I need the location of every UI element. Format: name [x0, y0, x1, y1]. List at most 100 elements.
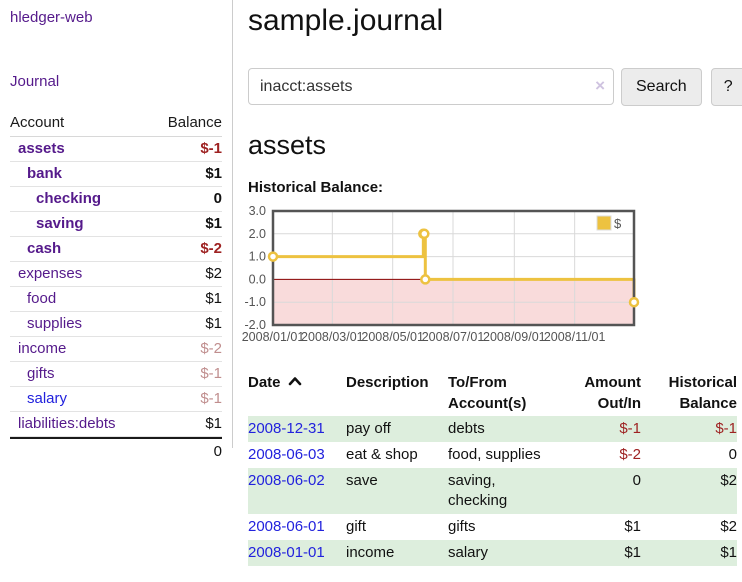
chart-y-tick-label: 2.0 — [249, 227, 266, 241]
transaction-date-link[interactable]: 2008-12-31 — [248, 416, 346, 442]
chart-data-point[interactable] — [420, 230, 428, 238]
accounts-list: assets $-1 bank $1 checking 0 saving $1 cash $-2 e… — [10, 137, 222, 437]
transaction-accounts: gifts — [448, 514, 572, 540]
help-button[interactable]: ? — [711, 68, 742, 106]
chart-y-tick-label: -2.0 — [244, 318, 266, 332]
clear-search-icon[interactable]: × — [595, 76, 605, 96]
transaction-amount: 0 — [572, 468, 641, 514]
transaction-description: pay off — [346, 416, 448, 442]
search-form: × Search ? — [248, 68, 742, 106]
chart-x-tick-label: 2008/03/01 — [301, 330, 364, 344]
chart-data-point[interactable] — [630, 298, 638, 306]
register-col-accounts[interactable]: To/From Account(s) — [448, 370, 572, 416]
accounts-header: Account Balance — [10, 111, 222, 137]
account-row: gifts $-1 — [10, 362, 222, 387]
account-row: income $-2 — [10, 337, 222, 362]
account-balance: $1 — [205, 315, 222, 332]
account-link[interactable]: income — [10, 340, 66, 357]
account-link[interactable]: food — [10, 290, 56, 307]
account-row: bank $1 — [10, 162, 222, 187]
accounts-total-value: 0 — [214, 443, 222, 460]
account-balance: $-2 — [200, 240, 222, 257]
account-balance: $1 — [205, 290, 222, 307]
chart-y-tick-label: 1.0 — [249, 250, 266, 264]
account-balance: $-2 — [200, 340, 222, 357]
account-row: cash $-2 — [10, 237, 222, 262]
transaction-balance: $-1 — [641, 416, 737, 442]
chart-x-tick-label: 2008/09/01 — [483, 330, 546, 344]
account-balance: $1 — [205, 215, 222, 232]
accounts-col-account: Account — [10, 114, 64, 131]
transaction-accounts: salary — [448, 540, 572, 566]
account-row: expenses $2 — [10, 262, 222, 287]
chart-x-tick-label: 2008/11/01 — [544, 330, 606, 344]
account-link[interactable]: salary — [10, 390, 67, 407]
register-col-balance[interactable]: Historical Balance — [641, 370, 737, 416]
chart-y-tick-label: -1.0 — [244, 295, 266, 309]
account-heading: assets — [248, 130, 742, 161]
transaction-date-link[interactable]: 2008-01-01 — [248, 540, 346, 566]
legend-swatch-icon — [597, 216, 611, 230]
register-row: 2008-01-01incomesalary$1$1 — [248, 540, 737, 566]
account-balance: $2 — [205, 265, 222, 282]
transaction-date-link[interactable]: 2008-06-03 — [248, 442, 346, 468]
account-row: checking 0 — [10, 187, 222, 212]
account-balance: $-1 — [200, 140, 222, 157]
search-input[interactable] — [248, 68, 614, 105]
chart-data-point[interactable] — [421, 275, 429, 283]
chart-y-tick-label: 3.0 — [249, 204, 266, 218]
search-input-wrap: × — [248, 68, 614, 106]
chart-x-tick-label: 2008/07/01 — [422, 330, 485, 344]
chart-data-point[interactable] — [269, 253, 277, 261]
account-row: assets $-1 — [10, 137, 222, 162]
historical-balance-chart[interactable]: $2008/01/012008/03/012008/05/012008/07/0… — [240, 208, 644, 350]
account-row: saving $1 — [10, 212, 222, 237]
register-col-amount[interactable]: Amount Out/In — [572, 370, 641, 416]
transaction-balance: $2 — [641, 468, 737, 514]
account-balance: 0 — [214, 190, 222, 207]
register-row: 2008-12-31pay offdebts$-1$-1 — [248, 416, 737, 442]
account-link[interactable]: liabilities:debts — [10, 415, 116, 432]
accounts-total-row: 0 — [10, 437, 222, 464]
register-col-description[interactable]: Description — [346, 370, 448, 416]
transaction-date-link[interactable]: 2008-06-02 — [248, 468, 346, 514]
account-row: liabilities:debts$1 — [10, 412, 222, 437]
accounts-col-balance: Balance — [168, 114, 222, 131]
account-link[interactable]: assets — [10, 140, 65, 157]
search-button[interactable]: Search — [621, 68, 702, 106]
register-header-row: Date Description To/From Account(s) Amou… — [248, 370, 737, 416]
account-link[interactable]: expenses — [10, 265, 82, 282]
register-body: 2008-12-31pay offdebts$-1$-12008-06-03ea… — [248, 416, 737, 566]
transaction-balance: $2 — [641, 514, 737, 540]
account-link[interactable]: saving — [10, 215, 84, 232]
transaction-accounts: debts — [448, 416, 572, 442]
account-link[interactable]: bank — [10, 165, 62, 182]
transaction-description: income — [346, 540, 448, 566]
register-table: Date Description To/From Account(s) Amou… — [248, 370, 737, 566]
account-balance: $-1 — [200, 390, 222, 407]
transaction-amount: $-1 — [572, 416, 641, 442]
transaction-balance: 0 — [641, 442, 737, 468]
transaction-accounts: food, supplies — [448, 442, 572, 468]
account-row: salary $-1 — [10, 387, 222, 412]
accounts-panel: Account Balance assets $-1 bank $1 checking 0… — [10, 111, 222, 464]
register-col-date-label: Date — [248, 374, 281, 391]
nav-journal-link[interactable]: Journal — [0, 73, 232, 90]
account-balance: $-1 — [200, 365, 222, 382]
main-content: sample.journal × Search ? assets Histori… — [233, 0, 742, 566]
sort-ascending-icon — [288, 376, 302, 386]
chart-title: Historical Balance: — [248, 179, 742, 196]
legend-label: $ — [614, 216, 622, 231]
account-link[interactable]: checking — [10, 190, 101, 207]
register-row: 2008-06-03eat & shopfood, supplies$-20 — [248, 442, 737, 468]
account-balance: $1 — [205, 165, 222, 182]
register-col-date[interactable]: Date — [248, 370, 346, 416]
account-link[interactable]: cash — [10, 240, 61, 257]
app-brand-link[interactable]: hledger-web — [0, 9, 232, 26]
transaction-description: save — [346, 468, 448, 514]
account-link[interactable]: supplies — [10, 315, 82, 332]
transaction-date-link[interactable]: 2008-06-01 — [248, 514, 346, 540]
transaction-amount: $1 — [572, 514, 641, 540]
sidebar: hledger-web Journal Account Balance asse… — [0, 0, 233, 448]
account-link[interactable]: gifts — [10, 365, 55, 382]
